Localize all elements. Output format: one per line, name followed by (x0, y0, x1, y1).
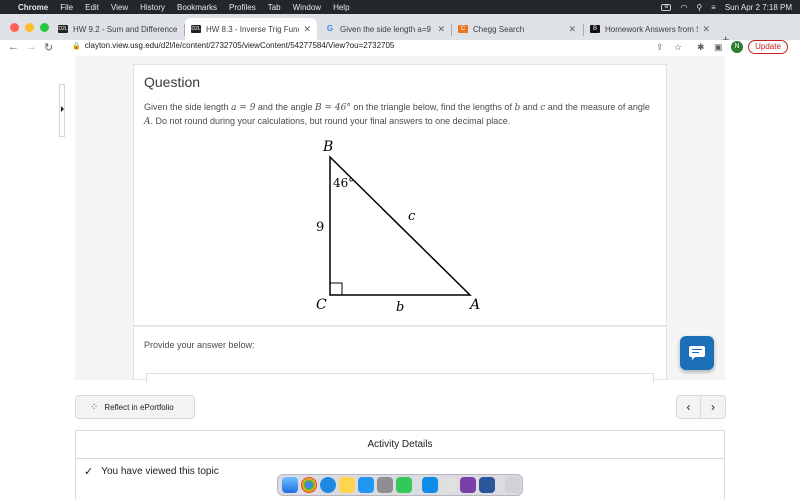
triangle-figure: B C A 46° 9 b c (316, 139, 480, 315)
menu-edit[interactable]: Edit (85, 3, 99, 12)
share-icon[interactable]: ⇪ (656, 42, 664, 53)
close-tab-icon[interactable]: ✕ (568, 24, 576, 35)
tab-title: HW 9.2 - Sum and Difference I (73, 24, 178, 34)
vertex-c-label: C (316, 297, 327, 313)
tab-homework-answers[interactable]: B Homework Answers from Subje ✕ (584, 18, 716, 40)
side-b-label: b (396, 300, 404, 315)
tab-chegg-search[interactable]: C Chegg Search ✕ (452, 18, 582, 40)
question-heading: Question (144, 74, 201, 90)
search-icon[interactable]: ⚲ (696, 3, 702, 12)
chegg-favicon-icon: C (458, 25, 468, 33)
eportfolio-icon: ⁘ (90, 401, 99, 413)
d2l-favicon-icon: D2L (58, 25, 68, 33)
zoom-window-icon[interactable] (40, 23, 49, 32)
bartleby-favicon-icon: B (590, 25, 600, 33)
menu-app-name[interactable]: Chrome (18, 3, 48, 12)
teamviewer-icon[interactable] (422, 477, 438, 493)
browser-tab-strip: D2L HW 9.2 - Sum and Difference I D2L HW… (0, 14, 800, 47)
close-window-icon[interactable] (10, 23, 19, 32)
tab-title: HW 8.3 - Inverse Trig Function (206, 24, 299, 34)
next-topic-button[interactable]: › (701, 395, 726, 419)
menu-window[interactable]: Window (293, 3, 321, 12)
notes-icon[interactable] (339, 477, 355, 493)
reflect-label: Reflect in ePortfolio (104, 402, 174, 412)
profile-avatar[interactable]: N (731, 41, 743, 53)
menu-help[interactable]: Help (333, 3, 349, 12)
vertex-a-label: A (468, 297, 480, 313)
reflect-in-eportfolio-button[interactable]: ⁘ Reflect in ePortfolio (75, 395, 195, 419)
macos-dock (277, 474, 523, 496)
tab-hw-8-3[interactable]: D2L HW 8.3 - Inverse Trig Function ✕ (185, 18, 317, 40)
close-tab-icon[interactable]: ✕ (437, 24, 445, 35)
clock[interactable]: Sun Apr 2 7:18 PM (725, 3, 792, 12)
minimize-window-icon[interactable] (25, 23, 34, 32)
d2l-favicon-icon: D2L (191, 25, 201, 33)
menu-file[interactable]: File (60, 3, 73, 12)
lock-icon: 🔒 (72, 42, 81, 50)
forward-arrow-icon[interactable]: → (26, 41, 37, 53)
angle-b-label: 46° (333, 176, 354, 190)
misc-icon[interactable] (441, 477, 457, 493)
tab-google-search[interactable]: G Given the side length a=9 and ✕ (319, 18, 451, 40)
side-panel-toggle[interactable] (59, 84, 65, 137)
app-store-icon[interactable] (358, 477, 374, 493)
previous-topic-button[interactable]: ‹ (676, 395, 701, 419)
safari-icon[interactable] (320, 477, 336, 493)
answer-prompt: Provide your answer below: (144, 340, 255, 350)
address-bar[interactable]: 🔒 clayton.view.usg.edu/d2l/le/content/27… (72, 41, 394, 50)
chat-bubble-icon (689, 346, 705, 360)
side-a-label: 9 (316, 220, 324, 235)
bookmark-star-icon[interactable]: ☆ (674, 42, 682, 53)
side-panel-icon[interactable]: ▣ (714, 42, 723, 53)
close-tab-icon[interactable]: ✕ (303, 24, 311, 35)
tab-title: Given the side length a=9 and (340, 24, 433, 34)
facetime-icon[interactable] (396, 477, 412, 493)
onenote-icon[interactable] (460, 477, 476, 493)
word-icon[interactable] (479, 477, 495, 493)
question-text: Given the side length a = 9 and the angl… (144, 102, 650, 127)
menu-tab[interactable]: Tab (268, 3, 281, 12)
browser-toolbar: ← → ↻ 🔒 clayton.view.usg.edu/d2l/le/cont… (0, 40, 800, 56)
control-center-icon[interactable]: ≡ (711, 3, 716, 12)
right-angle-marker (329, 282, 343, 296)
menu-history[interactable]: History (140, 3, 165, 12)
vertex-b-label: B (322, 139, 333, 155)
extensions-puzzle-icon[interactable]: ✱ (697, 42, 705, 53)
wifi-icon[interactable]: ◠ (680, 3, 687, 12)
macos-menu-bar: Chrome File Edit View History Bookmarks … (0, 0, 800, 14)
viewed-status: ✓ You have viewed this topic (84, 465, 219, 478)
settings-icon[interactable] (377, 477, 393, 493)
chat-button[interactable] (680, 336, 714, 370)
finder-icon[interactable] (282, 477, 298, 493)
activity-details-heading[interactable]: Activity Details (76, 431, 724, 459)
google-favicon-icon: G (326, 24, 334, 33)
chrome-icon[interactable] (301, 477, 317, 493)
menu-view[interactable]: View (111, 3, 128, 12)
answer-input-area[interactable] (146, 373, 654, 383)
tab-title: Homework Answers from Subje (605, 24, 698, 34)
trash-icon[interactable] (505, 477, 521, 493)
close-tab-icon[interactable]: ✕ (702, 24, 710, 35)
answer-card: Provide your answer below: (133, 326, 667, 383)
update-button[interactable]: Update (748, 40, 788, 54)
viewed-text: You have viewed this topic (101, 466, 219, 477)
window-controls (10, 23, 49, 32)
back-arrow-icon[interactable]: ← (8, 41, 19, 53)
status-app-icon[interactable]: ⚙ (661, 3, 672, 11)
url-text: clayton.view.usg.edu/d2l/le/content/2732… (84, 41, 395, 50)
checkmark-icon: ✓ (84, 466, 94, 478)
question-card: Question Given the side length a = 9 and… (133, 64, 667, 326)
menu-bookmarks[interactable]: Bookmarks (177, 3, 217, 12)
menu-profiles[interactable]: Profiles (229, 3, 256, 12)
tab-title: Chegg Search (473, 24, 525, 34)
topic-pager: ‹ › (676, 395, 726, 419)
page-content: Question Given the side length a = 9 and… (0, 56, 800, 500)
side-c-label: c (408, 209, 416, 224)
tab-hw-9-2[interactable]: D2L HW 9.2 - Sum and Difference I (52, 18, 184, 40)
reload-icon[interactable]: ↻ (44, 41, 53, 54)
